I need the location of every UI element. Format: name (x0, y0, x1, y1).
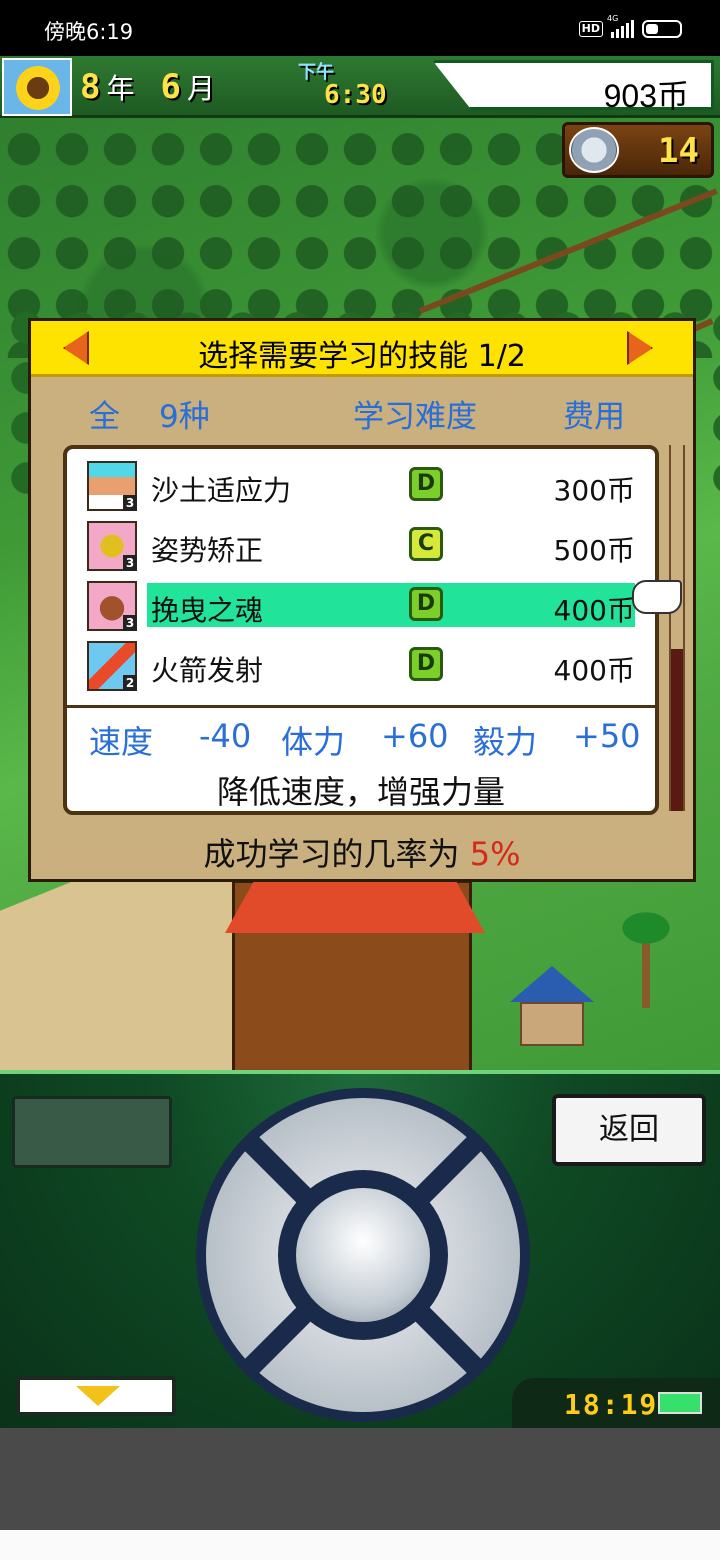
dpad-center-button[interactable] (278, 1170, 448, 1340)
clock-time: 6:30 (324, 80, 387, 110)
draft-horse-skill-icon: 3 (87, 581, 137, 631)
battery-icon (658, 1392, 702, 1414)
skill-price: 300币 (553, 474, 635, 507)
battery-icon (642, 20, 682, 38)
skill-price: 400币 (553, 594, 635, 627)
scrollbar-thumb[interactable] (671, 649, 683, 811)
year-unit: 年 (106, 72, 135, 105)
dialog-header: 选择需要学习的技能 1/2 (31, 321, 693, 377)
skill-list: 3 沙土适应力 D 300币 3 姿势矫正 C 500币 3 挽曳之魂 D 40… (63, 445, 659, 815)
dpad[interactable] (196, 1088, 530, 1422)
speed-value: -40 (199, 717, 252, 755)
year-number: 8 (80, 67, 101, 107)
skill-price: 500币 (553, 534, 635, 567)
month-unit: 月 (186, 72, 215, 105)
skill-row[interactable]: 2 火箭发射 D 400币 (83, 639, 643, 691)
speed-label: 速度 (89, 723, 154, 761)
skill-row[interactable]: 3 沙土适应力 D 300币 (83, 459, 643, 511)
game-screen: 傍晚6:19 HD 4G 8 年 6 月 下午 6:30 903币 14 选择需… (0, 0, 720, 1560)
sunflower-icon (16, 66, 60, 110)
money-display: 903币 (432, 60, 714, 110)
month-number: 6 (160, 67, 181, 107)
info-screen-button[interactable] (12, 1096, 172, 1168)
game-date: 8 年 6 月 (80, 62, 235, 112)
difficulty-grade: C (409, 527, 443, 561)
nav-bar (0, 1530, 720, 1560)
column-cost: 费用 (563, 399, 625, 435)
column-difficulty: 学习难度 (353, 399, 477, 435)
game-clock: 下午 6:30 (298, 58, 416, 112)
controller-panel: 返回 18:19 (0, 1070, 720, 1432)
list-scrollbar[interactable] (669, 445, 685, 811)
status-time: 傍晚6:19 (44, 20, 134, 44)
device-time: 18:19 (564, 1388, 659, 1421)
horseshoe-icon (569, 127, 619, 173)
sunflower-avatar[interactable] (2, 58, 72, 116)
skill-name: 沙土适应力 (151, 474, 292, 507)
probability-label: 成功学习的几率为 (203, 835, 460, 873)
skill-row[interactable]: 3 姿势矫正 C 500币 (83, 519, 643, 571)
difficulty-grade: D (409, 647, 443, 681)
back-button[interactable]: 返回 (552, 1094, 706, 1166)
triangle-down-icon (76, 1386, 120, 1406)
sand-skill-icon: 3 (87, 461, 137, 511)
grit-label: 毅力 (473, 723, 538, 761)
gazebo (510, 966, 594, 1046)
status-bar: 傍晚6:19 HD 4G (0, 0, 720, 56)
skill-name: 挽曳之魂 (151, 594, 264, 627)
skill-description: 降低速度，增强力量 (216, 773, 505, 811)
skill-count: 9种 (159, 399, 210, 435)
skill-price: 400币 (553, 654, 635, 687)
network-label: 4G (607, 14, 619, 23)
pointer-hand-icon (632, 580, 682, 614)
dialog-title: 选择需要学习的技能 1/2 (198, 339, 526, 374)
device-clock: 18:19 (512, 1378, 720, 1432)
filter-all[interactable]: 全 (89, 391, 120, 436)
success-probability: 成功学习的几率为 5% (31, 829, 693, 875)
probability-value: 5% (469, 835, 521, 873)
skill-row-selected[interactable]: 3 挽曳之魂 D 400币 (83, 579, 643, 631)
skill-name: 火箭发射 (151, 654, 264, 687)
posture-skill-icon: 3 (87, 521, 137, 571)
stamina-value: +60 (381, 717, 449, 755)
rocket-skill-icon: 2 (87, 641, 137, 691)
skill-name: 姿势矫正 (151, 534, 264, 567)
difficulty-grade: D (409, 467, 443, 501)
status-icons: HD 4G (578, 14, 682, 38)
grit-value: +50 (573, 717, 641, 755)
list-divider (67, 705, 655, 708)
difficulty-grade: D (409, 587, 443, 621)
stable-building (225, 863, 485, 1078)
signal-icon: 4G (607, 14, 634, 38)
horseshoe-counter: 14 (562, 122, 714, 178)
stamina-label: 体力 (281, 723, 346, 761)
bottom-area (0, 1428, 720, 1530)
horseshoe-count: 14 (658, 131, 699, 171)
palm-tree (616, 908, 676, 1008)
skill-select-dialog: 选择需要学习的技能 1/2 全 9种 学习难度 费用 3 沙土适应力 D 300… (28, 318, 696, 882)
scroll-down-button[interactable] (16, 1376, 176, 1416)
hd-icon: HD (578, 21, 603, 37)
